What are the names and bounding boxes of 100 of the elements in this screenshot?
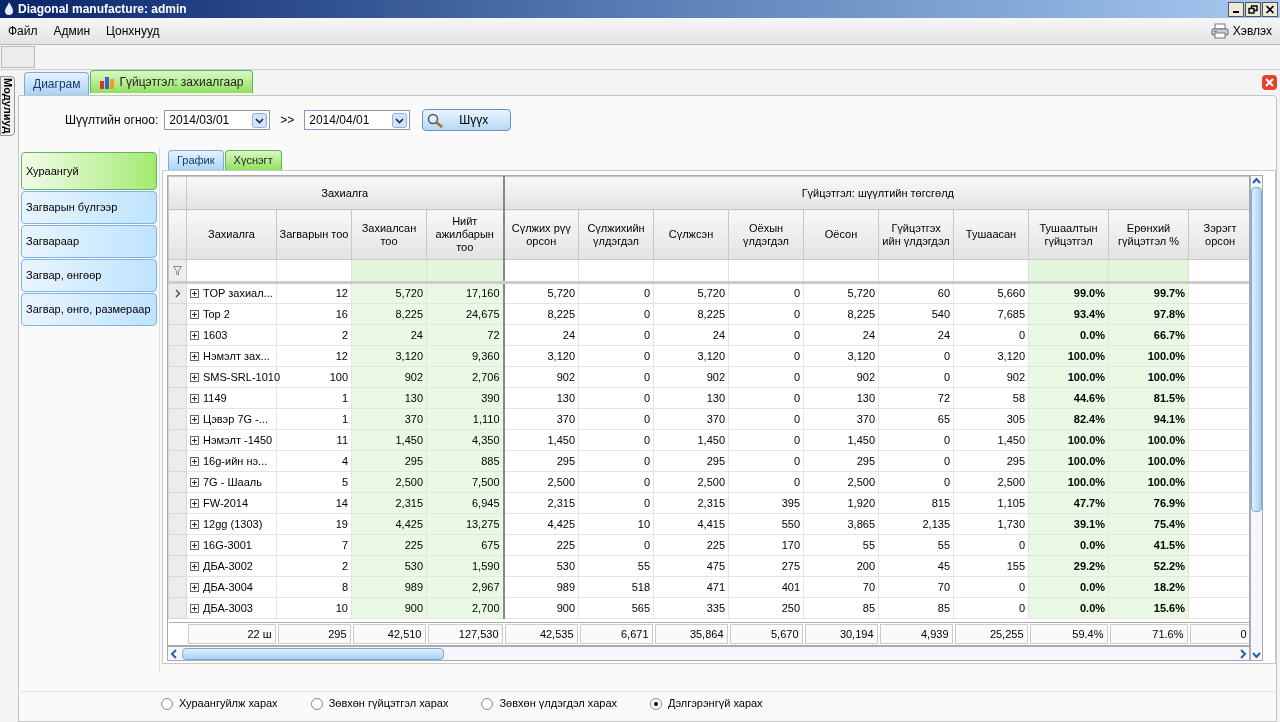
radio-button[interactable]: [310, 697, 323, 710]
scroll-down-icon: [1251, 650, 1262, 660]
table-cell-text: Цэвэр 7G -...: [203, 411, 268, 427]
table-cell-text: 16g-ийн нэ...: [203, 453, 268, 469]
summary-cell: 42,510: [352, 623, 426, 644]
menu-item[interactable]: Цонхнууд: [106, 22, 160, 40]
filter-button[interactable]: Шүүх: [422, 109, 512, 131]
vertical-scrollbar[interactable]: [1250, 175, 1263, 661]
column-header[interactable]: Сүлжсэн: [653, 209, 729, 260]
table-cell-text: ДБА-3003: [203, 600, 253, 616]
expand-icon[interactable]: [190, 372, 199, 382]
tab[interactable]: Гүйцэтгэл: захиалгаар: [90, 70, 253, 93]
scroll-up-icon: [1251, 176, 1262, 186]
column-header[interactable]: Зэрэгт орсон: [1188, 209, 1249, 260]
table-cell-text: 7G - Шааль: [203, 474, 262, 490]
summary-cell: 0: [1189, 623, 1249, 644]
search-icon: [427, 112, 444, 128]
current-row-icon: [174, 289, 181, 298]
minimize-button[interactable]: [1228, 1, 1244, 17]
side-tab[interactable]: Модулиуд: [0, 76, 15, 136]
column-header[interactable]: Захиалга: [186, 209, 277, 260]
table-cell-text: 12gg (1303): [203, 516, 263, 532]
summary-cell: 6,671: [579, 623, 653, 644]
window-title: Diagonal manufacture: admin: [18, 1, 187, 18]
menu-item[interactable]: Админ: [53, 22, 91, 40]
close-button[interactable]: [1262, 1, 1278, 17]
expand-icon[interactable]: [190, 414, 199, 424]
expand-icon[interactable]: [190, 519, 199, 529]
column-header[interactable]: Ерөнхий гүйцэтгэл %: [1108, 209, 1189, 260]
summary-cell: 4,939: [879, 623, 953, 644]
radio-button[interactable]: [481, 697, 494, 710]
summary-cell: 5,670: [729, 623, 803, 644]
horizontal-scrollbar[interactable]: [167, 646, 1250, 661]
printer-icon: [1210, 23, 1229, 39]
table-cell-text: 1603: [203, 327, 228, 343]
dropdown-icon: [252, 112, 268, 128]
summary-cell: 42,535: [504, 623, 578, 644]
date-field[interactable]: 2014/03/01: [164, 110, 271, 130]
expand-icon[interactable]: [190, 289, 199, 298]
column-header[interactable]: Гүйцэтгэх ийн үлдэгдэл: [878, 209, 954, 260]
expand-icon[interactable]: [190, 582, 199, 592]
table-cell-text: SMS-SRL-1010: [203, 369, 281, 385]
summary-cell: 127,530: [427, 623, 503, 644]
print-button[interactable]: Хэвлэх: [1210, 22, 1272, 40]
scroll-thumb[interactable]: [182, 647, 444, 660]
column-header[interactable]: Нийт ажилбарын тоо: [426, 209, 504, 260]
range-separator: >>: [280, 112, 295, 129]
column-header[interactable]: Тушаалтын гүйцэтгэл: [1028, 209, 1109, 260]
expand-icon[interactable]: [190, 477, 199, 487]
menu-item[interactable]: Файл: [8, 22, 38, 40]
summary-cell: 295: [277, 623, 351, 644]
summary-cell: 30,194: [804, 623, 878, 644]
grouping-item[interactable]: Хураангуй: [21, 152, 157, 190]
expand-icon[interactable]: [190, 309, 199, 319]
grouping-item[interactable]: Загвараар: [21, 225, 157, 258]
expand-icon[interactable]: [190, 393, 199, 403]
column-header[interactable]: Сүлжих рүү орсон: [503, 209, 579, 260]
grouping-item[interactable]: Загвар, өнгөөр: [21, 259, 157, 292]
expand-icon[interactable]: [190, 351, 199, 361]
column-header[interactable]: Оёхын үлдэгдэл: [728, 209, 804, 260]
radio-label[interactable]: Зөвхөн үлдэгдэл харах: [499, 695, 617, 712]
bar-chart-icon: [99, 75, 116, 89]
scroll-thumb[interactable]: [1251, 187, 1262, 512]
summary-cell: 25,255: [954, 623, 1028, 644]
table-cell-text: ДБА-3002: [203, 558, 253, 574]
expand-icon[interactable]: [190, 456, 199, 466]
column-header[interactable]: Загварын тоо: [276, 209, 352, 260]
table-cell-text: TOP захиал...: [203, 286, 273, 302]
filter-label: Шүүлтийн огноо:: [65, 112, 159, 129]
summary-cell: 35,864: [654, 623, 728, 644]
column-header[interactable]: Оёсон: [803, 209, 879, 260]
table-cell-text: ДБА-3004: [203, 579, 253, 595]
expand-icon[interactable]: [190, 540, 199, 550]
expand-icon[interactable]: [190, 561, 199, 571]
summary-cell: 22 ш: [187, 623, 276, 644]
column-header[interactable]: Захиалсан тоо: [351, 209, 427, 260]
expand-icon[interactable]: [190, 435, 199, 445]
restore-button[interactable]: [1245, 1, 1261, 17]
grouping-item[interactable]: Загвар, өнгө, размераар: [21, 293, 157, 326]
grouping-item[interactable]: Загварын бүлгээр: [21, 191, 157, 224]
date-field[interactable]: 2014/04/01: [304, 110, 411, 130]
radio-button[interactable]: [650, 697, 662, 710]
scroll-right-icon: [1237, 647, 1249, 660]
scroll-left-icon: [168, 647, 180, 660]
radio-label[interactable]: Хураангуйлж харах: [179, 695, 278, 712]
column-header[interactable]: Тушаасан: [953, 209, 1029, 260]
radio-label[interactable]: Дэлгэрэнгүй харах: [668, 695, 763, 712]
tab[interactable]: Диаграм: [24, 72, 90, 95]
tab[interactable]: График: [168, 150, 224, 170]
expand-icon[interactable]: [190, 330, 199, 340]
table-cell-text: Нэмэлт зах...: [203, 348, 270, 364]
radio-label[interactable]: Зөвхөн гүйцэтгэл харах: [328, 695, 449, 712]
summary-cell: 59.4%: [1029, 623, 1108, 644]
minimize-icon: [1233, 11, 1239, 13]
column-header[interactable]: Сүлжихийн үлдэгдэл: [578, 209, 654, 260]
expand-icon[interactable]: [190, 498, 199, 508]
tab[interactable]: Хүснэгт: [224, 150, 282, 170]
expand-icon[interactable]: [190, 603, 199, 613]
restore-icon: [1248, 4, 1258, 14]
radio-button[interactable]: [161, 697, 173, 710]
